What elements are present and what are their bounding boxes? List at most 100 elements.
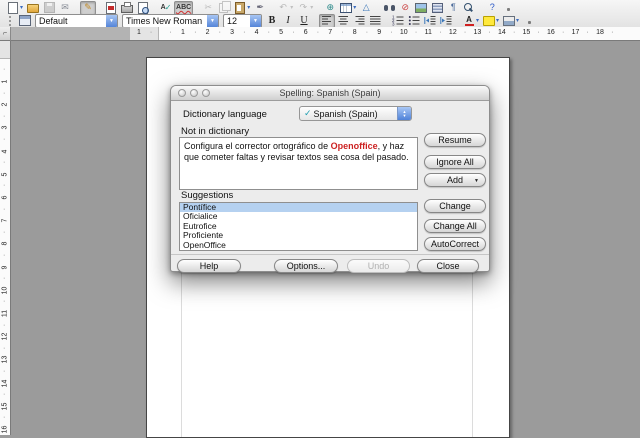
change-all-button[interactable]: Change All: [424, 219, 486, 233]
formatting-toolbar: Default ▼ Times New Roman ▼ 12 ▼ BIU 123 A…: [0, 14, 640, 27]
align-center-button[interactable]: [335, 14, 351, 28]
spelling-dialog: Spelling: Spanish (Spain) Dictionary lan…: [170, 85, 490, 272]
close-window-button[interactable]: [178, 89, 186, 97]
bullets-button[interactable]: [406, 14, 422, 28]
undo-dropdown-arrow[interactable]: ▾: [290, 4, 293, 11]
font-name-value: Times New Roman: [126, 16, 205, 26]
ruler-tick: ·: [341, 29, 343, 36]
autocorrect-button[interactable]: AutoCorrect: [424, 237, 486, 251]
paragraph-style-combo[interactable]: Default ▼: [35, 14, 118, 28]
find-replace-button[interactable]: [381, 1, 397, 15]
spellcheck-icon: A✓: [160, 2, 172, 13]
align-right-button[interactable]: [351, 14, 367, 28]
add-button[interactable]: Add▼: [424, 173, 486, 187]
paste-button[interactable]: ▾: [232, 1, 252, 15]
export-pdf-icon: [105, 2, 117, 13]
options-button[interactable]: Options...: [274, 259, 338, 273]
decrease-indent-button[interactable]: [422, 14, 438, 28]
ruler-number: 2: [206, 29, 210, 36]
cut-button[interactable]: ✂: [200, 1, 216, 15]
autospellcheck-button[interactable]: ABC: [174, 1, 193, 15]
undo-button[interactable]: Undo: [347, 259, 410, 273]
document-as-email-button[interactable]: ✉: [57, 1, 73, 15]
page-preview-button[interactable]: [135, 1, 151, 15]
redo-dropdown-arrow[interactable]: ▾: [310, 4, 313, 11]
data-sources-button[interactable]: [429, 1, 445, 15]
font-color-dropdown-arrow[interactable]: ▾: [476, 17, 479, 24]
ruler-number: 1: [2, 77, 9, 87]
ruler-tick: ·: [439, 29, 441, 36]
toolbar-drag-handle[interactable]: [5, 15, 17, 26]
draw-functions-button[interactable]: △: [358, 1, 374, 15]
suggestions-list[interactable]: PontíficeOficialiceEutroficeProficienteO…: [179, 202, 418, 251]
zoom-button[interactable]: [461, 1, 477, 15]
hyperlink-button[interactable]: ⊕: [322, 1, 338, 15]
copy-button[interactable]: [216, 1, 232, 15]
background-color-button[interactable]: ▾: [501, 14, 521, 28]
ruler-tick: ·: [611, 29, 613, 36]
horizontal-ruler[interactable]: 1··1·2·3·4·5·6·7·8·9·10·11·12·13·14·15·1…: [130, 27, 640, 41]
highlighting-dropdown-arrow[interactable]: ▾: [496, 17, 499, 24]
dictionary-language-select[interactable]: ✓ Spanish (Spain) ▲▼: [299, 106, 412, 121]
italic-button[interactable]: I: [280, 14, 296, 28]
redo-button[interactable]: ↷▾: [295, 1, 315, 15]
sentence-text-before: Configura el corrector ortográfico de: [184, 141, 331, 151]
resume-button[interactable]: Resume: [424, 133, 486, 147]
numbering-button[interactable]: 123: [390, 14, 406, 28]
ruler-tick: ·: [390, 29, 392, 36]
open-button[interactable]: [25, 1, 41, 15]
new-document-button[interactable]: ▾: [5, 1, 25, 15]
zoom-window-button[interactable]: [202, 89, 210, 97]
edit-file-button[interactable]: ✎: [80, 1, 96, 15]
undo-button[interactable]: ↶▾: [275, 1, 295, 15]
formatting-marks-button[interactable]: ¶: [445, 1, 461, 15]
standard-toolbar: ▾✉✎A✓ABC✂▾✒↶▾↷▾⊕▾△⊘¶?: [0, 0, 640, 14]
spellcheck-button[interactable]: A✓: [158, 1, 174, 15]
redo-icon: ↷: [297, 2, 309, 13]
vertical-ruler[interactable]: 1·2·3·4·5·6·7·8·9·10·11·12·13·14·15·16·: [0, 41, 11, 435]
background-color-dropdown-arrow[interactable]: ▾: [516, 17, 519, 24]
close-button[interactable]: Close: [417, 259, 479, 273]
ignore-all-button[interactable]: Ignore All: [424, 155, 486, 169]
help-button[interactable]: ?: [484, 1, 500, 15]
toolbar-more-button[interactable]: [500, 1, 516, 15]
minimize-window-button[interactable]: [190, 89, 198, 97]
styles-button[interactable]: [17, 14, 33, 28]
justified-button[interactable]: [367, 14, 383, 28]
chevron-down-icon[interactable]: ▼: [250, 15, 261, 27]
highlighting-button[interactable]: ▾: [481, 14, 501, 28]
navigator-button[interactable]: ⊘: [397, 1, 413, 15]
font-name-combo[interactable]: Times New Roman ▼: [122, 14, 219, 28]
change-button[interactable]: Change: [424, 199, 486, 213]
insert-table-button[interactable]: ▾: [338, 1, 358, 15]
align-left-button[interactable]: [319, 14, 335, 28]
export-pdf-button[interactable]: [103, 1, 119, 15]
help-button[interactable]: Help: [177, 259, 241, 273]
new-document-dropdown-arrow[interactable]: ▾: [20, 4, 23, 11]
toolbar-more-button[interactable]: [521, 14, 537, 28]
tab-stop-selector[interactable]: ⌐: [0, 27, 11, 41]
paste-dropdown-arrow[interactable]: ▾: [247, 4, 250, 11]
clone-formatting-button[interactable]: ✒: [252, 1, 268, 15]
ruler-tick: ·: [150, 29, 152, 36]
bold-button[interactable]: B: [264, 14, 280, 28]
ruler-number: 18: [596, 29, 604, 36]
add-dropdown-arrow[interactable]: ▼: [474, 178, 479, 184]
justified-icon: [369, 15, 381, 26]
save-button[interactable]: [41, 1, 57, 15]
insert-table-dropdown-arrow[interactable]: ▾: [353, 4, 356, 11]
dialog-titlebar[interactable]: Spelling: Spanish (Spain): [171, 86, 489, 101]
ruler-number: 11: [2, 309, 9, 319]
gallery-button[interactable]: [413, 1, 429, 15]
underline-button[interactable]: U: [296, 14, 312, 28]
font-size-combo[interactable]: 12 ▼: [223, 14, 262, 28]
suggestion-item[interactable]: OpenOffice: [180, 241, 417, 250]
increase-indent-button[interactable]: [438, 14, 454, 28]
chevron-down-icon[interactable]: ▼: [106, 15, 117, 27]
chevron-down-icon[interactable]: ▼: [207, 15, 218, 27]
not-in-dictionary-textbox[interactable]: Configura el corrector ortográfico de Op…: [179, 137, 418, 190]
font-color-button[interactable]: A▾: [461, 14, 481, 28]
select-stepper-icon[interactable]: ▲▼: [397, 107, 411, 120]
print-button[interactable]: [119, 1, 135, 15]
toolbar-more-icon: [502, 2, 514, 13]
